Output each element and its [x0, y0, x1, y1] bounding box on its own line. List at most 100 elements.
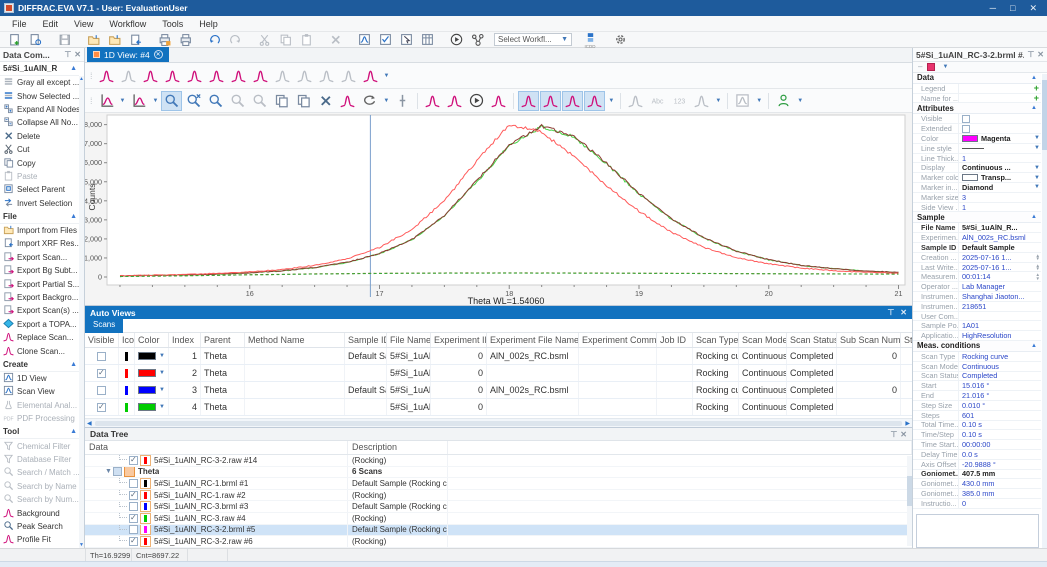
command-background[interactable]: Background: [0, 506, 79, 519]
view-panel-icon[interactable]: [354, 32, 374, 47]
chevron-down-icon[interactable]: ▼: [608, 98, 614, 104]
workflow-select[interactable]: Select Workfl...▼: [494, 33, 572, 46]
command-cut[interactable]: Cut: [0, 143, 79, 156]
show-areas-icon[interactable]: [444, 91, 465, 111]
property-color[interactable]: ColorMagenta▼: [913, 134, 1041, 144]
tree-row-5[interactable]: 5#Si_1uAlN_RC-3.raw #4(Rocking): [85, 513, 912, 525]
command-copy[interactable]: Copy: [0, 156, 79, 169]
chevron-down-icon[interactable]: ▼: [1034, 145, 1041, 151]
column-scan-status[interactable]: Scan Status: [787, 333, 837, 347]
tree-row-7[interactable]: 5#Si_1uAlN_RC-3-2.raw #6(Rocking): [85, 536, 912, 548]
scan-row-2[interactable]: ▼2Theta5#Si_1uAlN...0RockingContinuouss.…: [85, 365, 912, 382]
chart-area[interactable]: 01,0002,0003,0004,0005,0006,0007,0008,00…: [85, 113, 912, 305]
command-select-parent[interactable]: Select Parent: [0, 183, 79, 196]
x-offset-icon[interactable]: [206, 66, 227, 86]
table-panel-icon[interactable]: [417, 32, 437, 47]
close-icon[interactable]: ✕: [1037, 50, 1044, 59]
column-parent[interactable]: Parent: [201, 333, 245, 347]
command-invert-selection[interactable]: Invert Selection: [0, 197, 79, 210]
color-swatch[interactable]: [138, 352, 156, 360]
column-experiment-file-name[interactable]: Experiment File Name: [487, 333, 579, 347]
property-panel-icon[interactable]: [375, 32, 395, 47]
chevron-down-icon[interactable]: ▼: [942, 64, 948, 70]
zoom-mode-icon[interactable]: [161, 91, 182, 111]
menu-workflow[interactable]: Workflow: [101, 19, 154, 29]
import-wizard-icon[interactable]: [125, 32, 145, 47]
x-scale-icon[interactable]: [250, 66, 271, 86]
checkbox[interactable]: [962, 125, 970, 133]
tab-1d-view[interactable]: 1D View: #4 ✕: [87, 47, 169, 62]
chevron-down-icon[interactable]: ▼: [383, 98, 389, 104]
chevron-down-icon[interactable]: ▼: [159, 370, 165, 376]
property-marker-in[interactable]: Marker in...Diamond▼: [913, 183, 1041, 193]
tree-row-0[interactable]: 5#Si_1uAlN_RC-3-2.raw #14(Rocking): [85, 455, 912, 467]
column-experiment-comment[interactable]: Experiment Comment: [579, 333, 657, 347]
show-markers-icon[interactable]: [488, 91, 509, 111]
print-batch-icon[interactable]: [154, 32, 174, 47]
property-scan-status[interactable]: Scan StatusCompleted: [913, 372, 1041, 382]
property-steps[interactable]: Steps601: [913, 411, 1041, 421]
property-goniomet[interactable]: Goniomet...385.0 mm: [913, 489, 1041, 499]
y-axis-scale-icon[interactable]: [128, 91, 149, 111]
chevron-down-icon[interactable]: ▼: [384, 73, 390, 79]
menu-edit[interactable]: Edit: [35, 19, 67, 29]
section-meas-conditions[interactable]: Meas. conditions▲: [913, 341, 1041, 352]
command-export-scan[interactable]: Export Scan...: [0, 251, 79, 264]
chevron-down-icon[interactable]: ▼: [120, 98, 126, 104]
command-peak-search[interactable]: Peak Search: [0, 520, 79, 533]
edit-scan-icon[interactable]: [337, 91, 358, 111]
selection-group-header[interactable]: 5#Si_1uAlN_R▲: [0, 62, 79, 76]
property-goniomet[interactable]: Goniomet...430.0 mm: [913, 479, 1041, 489]
column-index[interactable]: Index: [169, 333, 201, 347]
visible-checkbox[interactable]: [129, 514, 138, 523]
collapse-icon[interactable]: ‒: [918, 62, 922, 71]
column-experiment-id[interactable]: Experiment ID: [431, 333, 487, 347]
column-sub-scan-number[interactable]: Sub Scan Number: [837, 333, 901, 347]
property-applicatio[interactable]: Applicatio...HighResolution: [913, 331, 1041, 341]
chevron-down-icon[interactable]: ▼: [797, 98, 803, 104]
chevron-down-icon[interactable]: ▼: [159, 404, 165, 410]
tree-row-1[interactable]: ▼Theta6 Scans: [85, 467, 912, 479]
property-scan-mode[interactable]: Scan ModeContinuous: [913, 362, 1041, 372]
column-data[interactable]: Data: [85, 441, 348, 454]
property-time-step[interactable]: Time/Step0.10 s: [913, 430, 1041, 440]
section-create[interactable]: Create▲: [0, 358, 79, 372]
visible-checkbox[interactable]: [97, 369, 106, 378]
property-start[interactable]: Start15.016 °: [913, 381, 1041, 391]
spinner-control[interactable]: ▲▼: [1036, 254, 1041, 261]
visible-checkbox[interactable]: [129, 479, 138, 488]
command-import-xrf-res[interactable]: Import XRF Res...: [0, 237, 79, 250]
cursor-panel-icon[interactable]: [396, 32, 416, 47]
visible-checkbox[interactable]: [129, 502, 138, 511]
spinner-control[interactable]: ▲▼: [1036, 264, 1041, 271]
tree-row-3[interactable]: 5#Si_1uAlN_RC-1.raw #2(Rocking): [85, 490, 912, 502]
checkbox[interactable]: [962, 115, 970, 123]
section-file[interactable]: File▲: [0, 210, 79, 224]
column-start[interactable]: Start: [901, 333, 912, 347]
property-axis-offset[interactable]: Axis Offset-20.9888 °: [913, 460, 1041, 470]
command-gray-all-except[interactable]: Gray all except ...: [0, 76, 79, 89]
column-description[interactable]: Description: [348, 441, 448, 454]
visible-checkbox[interactable]: [97, 386, 106, 395]
chevron-down-icon[interactable]: ▼: [1034, 135, 1041, 141]
chevron-down-icon[interactable]: ▼: [1034, 175, 1041, 181]
close-icon[interactable]: ✕: [900, 430, 907, 439]
property-file-name[interactable]: File Name5#Si_1uAlN_R...: [913, 223, 1041, 233]
properties-scrollbar[interactable]: [1042, 74, 1047, 548]
close-button[interactable]: ✕: [1029, 3, 1037, 14]
command-collapse-all-no[interactable]: Collapse All No...: [0, 116, 79, 129]
property-instrumen[interactable]: Instrumen...Shanghai Jiaoton...: [913, 292, 1041, 302]
color-swatch[interactable]: [138, 369, 156, 377]
smooth-icon[interactable]: [162, 66, 183, 86]
command-import-from-files[interactable]: Import from Files: [0, 224, 79, 237]
scan-row-3[interactable]: ▼3ThetaDefault Sa...5#Si_1uAlN...0AlN_00…: [85, 382, 912, 399]
chevron-down-icon[interactable]: ▼: [1034, 165, 1041, 171]
scroll-thumb[interactable]: [95, 421, 903, 426]
scroll-right-icon[interactable]: ▶: [905, 420, 910, 427]
property-sample-id[interactable]: Sample IDDefault Sample: [913, 243, 1041, 253]
property-step-size[interactable]: Step Size0.010 °: [913, 401, 1041, 411]
close-icon[interactable]: ✕: [900, 308, 907, 317]
new-file-icon[interactable]: [4, 32, 24, 47]
open-file-icon[interactable]: [83, 32, 103, 47]
property-line-style[interactable]: Line style▼: [913, 144, 1041, 154]
